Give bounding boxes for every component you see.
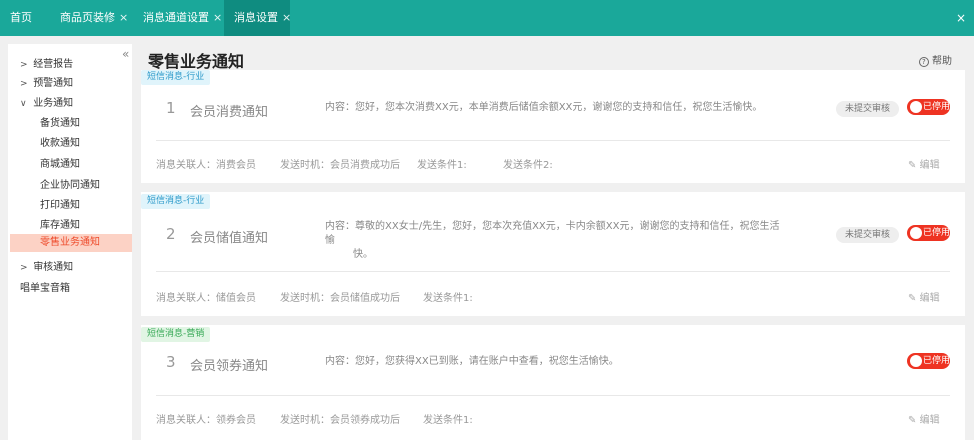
meta-send-timing: 发送时机：会员消费成功后 (280, 160, 400, 171)
enable-toggle[interactable]: 已停用 (907, 99, 950, 115)
enable-toggle[interactable]: 已停用 (907, 353, 950, 369)
close-all-tabs-icon[interactable]: × (956, 0, 966, 36)
sidebar-item-enterprise-collab[interactable]: 企业协同通知 (40, 176, 100, 191)
card-number: 3 (166, 353, 176, 371)
enable-toggle[interactable]: 已停用 (907, 225, 950, 241)
edit-icon: ✎ (908, 415, 917, 426)
edit-label: 编辑 (919, 160, 940, 171)
divider (156, 140, 950, 141)
help-label: 帮助 (932, 56, 952, 67)
chevron-right-icon: > (20, 60, 28, 70)
card-content-line: 内容：尊敬的XX女士/先生，您好，您本次充值XX元，卡内余额XX元，谢谢您的支持… (325, 221, 780, 246)
meta-send-condition-1: 发送条件1: (423, 293, 473, 304)
sidebar-item-retail-business[interactable]: 零售业务通知 (10, 234, 132, 252)
tab-label: 商品页装修 (60, 11, 115, 24)
tab-message-settings[interactable]: 消息设置 × (224, 0, 291, 36)
edit-icon: ✎ (908, 293, 917, 304)
card-content: 内容：尊敬的XX女士/先生，您好，您本次充值XX元，卡内余额XX元，谢谢您的支持… (325, 220, 785, 262)
sidebar-item-label: 业务通知 (33, 98, 74, 109)
help-link[interactable]: ? 帮助 (918, 52, 952, 67)
chevron-down-icon: ∨ (20, 99, 27, 109)
sidebar-item-alert-notice[interactable]: > 预警通知 (20, 74, 73, 89)
divider (156, 271, 950, 272)
edit-label: 编辑 (919, 415, 940, 426)
page-title: 零售业务通知 (148, 52, 245, 71)
edit-button[interactable]: ✎ 编辑 (908, 411, 940, 426)
meta-send-condition-2: 发送条件2: (503, 160, 553, 171)
message-type-tag: 短信消息-行业 (141, 194, 211, 209)
tab-home[interactable]: 首页 (10, 0, 38, 36)
tab-label: 首页 (10, 11, 32, 24)
tab-label: 消息设置 (234, 11, 278, 24)
toggle-label: 已停用 (923, 356, 951, 366)
notification-card: 3 会员领券通知 内容：您好，您获得XX已到账，请在账户中查看，祝您生活愉快。 … (141, 325, 965, 440)
help-icon: ? (918, 57, 929, 67)
edit-icon: ✎ (908, 160, 917, 171)
sidebar-item-label: 预警通知 (33, 78, 74, 89)
message-type-tag: 短信消息-营销 (141, 327, 211, 342)
meta-related-person: 消息关联人：消费会员 (156, 160, 256, 171)
sidebar-item-label: 审核通知 (33, 262, 74, 273)
sidebar-item-mall[interactable]: 商城通知 (40, 155, 80, 170)
card-number: 1 (166, 99, 176, 117)
tab-product-page-decoration[interactable]: 商品页装修 × (60, 0, 140, 36)
close-icon[interactable]: × (282, 11, 291, 24)
close-icon[interactable]: × (119, 11, 128, 24)
meta-send-condition-1: 发送条件1: (417, 160, 467, 171)
sidebar-item-inventory[interactable]: 库存通知 (40, 216, 80, 231)
message-type-tag: 短信消息-行业 (141, 70, 211, 85)
card-name: 会员消费通知 (190, 105, 269, 120)
meta-related-person: 消息关联人：储值会员 (156, 293, 256, 304)
card-content: 内容：您好，您获得XX已到账，请在账户中查看，祝您生活愉快。 (325, 356, 619, 367)
status-badge: 未提交审核 (836, 227, 900, 243)
card-name: 会员储值通知 (190, 231, 269, 246)
meta-send-condition-1: 发送条件1: (423, 415, 473, 426)
meta-related-person: 消息关联人：领券会员 (156, 415, 256, 426)
meta-send-timing: 发送时机：会员储值成功后 (280, 293, 400, 304)
toggle-label: 已停用 (923, 228, 951, 238)
sidebar-item-business-report[interactable]: > 经营报告 (20, 55, 73, 70)
sidebar-item-label: 经营报告 (33, 59, 74, 70)
top-tab-bar: 首页 商品页装修 × 消息通道设置 × 消息设置 × × (0, 0, 974, 36)
tab-label: 消息通道设置 (143, 11, 209, 24)
chevron-right-icon: > (20, 79, 28, 89)
toggle-knob (910, 227, 922, 239)
notification-card: 1 会员消费通知 内容：您好，您本次消费XX元，本单消费后储值余额XX元，谢谢您… (141, 70, 965, 183)
toggle-knob (910, 355, 922, 367)
sidebar-collapse-icon[interactable]: « (122, 47, 129, 61)
card-name: 会员领券通知 (190, 359, 269, 374)
notification-card: 2 会员储值通知 内容：尊敬的XX女士/先生，您好，您本次充值XX元，卡内余额X… (141, 192, 965, 316)
edit-label: 编辑 (919, 293, 940, 304)
edit-button[interactable]: ✎ 编辑 (908, 156, 940, 171)
card-content: 内容：您好，您本次消费XX元，本单消费后储值余额XX元，谢谢您的支持和信任，祝您… (325, 102, 763, 113)
meta-send-timing: 发送时机：会员领券成功后 (280, 415, 400, 426)
sidebar-item-print[interactable]: 打印通知 (40, 196, 80, 211)
sidebar-item-review-notice[interactable]: > 审核通知 (20, 258, 73, 273)
chevron-right-icon: > (20, 263, 28, 273)
close-icon[interactable]: × (213, 11, 222, 24)
card-number: 2 (166, 225, 176, 243)
card-content-line: 快。 (353, 249, 373, 260)
toggle-knob (910, 101, 922, 113)
toggle-label: 已停用 (923, 102, 951, 112)
sidebar-item-payment[interactable]: 收款通知 (40, 134, 80, 149)
sidebar-item-business-notice[interactable]: ∨ 业务通知 (20, 94, 73, 109)
tab-message-channel-settings[interactable]: 消息通道设置 × (143, 0, 223, 36)
divider (156, 395, 950, 396)
status-badge: 未提交审核 (836, 101, 900, 117)
sidebar-item-stock-prep[interactable]: 备货通知 (40, 114, 80, 129)
edit-button[interactable]: ✎ 编辑 (908, 289, 940, 304)
sidebar-item-speaker[interactable]: 唱单宝音箱 (20, 279, 70, 294)
